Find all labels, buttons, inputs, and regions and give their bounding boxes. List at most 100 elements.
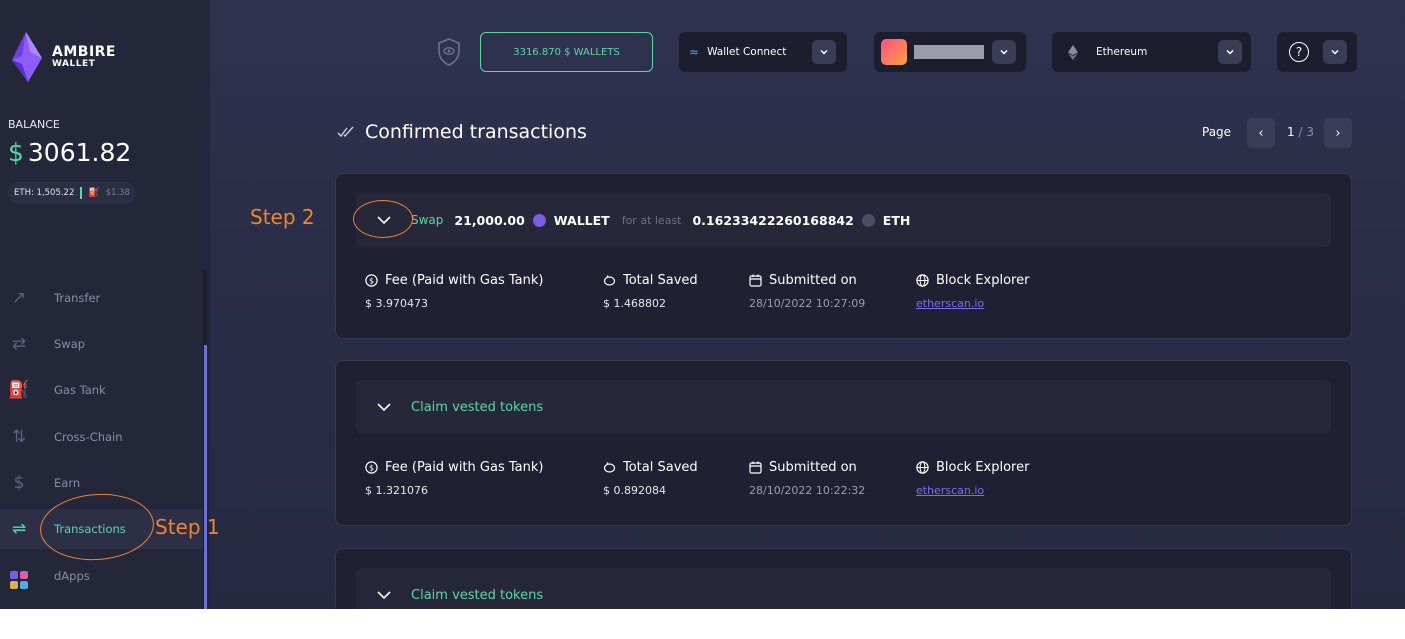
etherscan-link[interactable]: etherscan.io: [916, 484, 1029, 497]
piggy-bank-icon: [603, 462, 616, 473]
calendar-icon: [749, 461, 762, 474]
swap-token-out: ETH: [882, 212, 911, 228]
sidebar-item-swap[interactable]: ⇄ Swap: [0, 324, 203, 364]
fee-label: Fee (Paid with Gas Tank): [385, 273, 544, 288]
explorer-detail: Block Explorer etherscan.io: [916, 460, 1029, 497]
transaction-type: Claim vested tokens: [411, 399, 544, 415]
etherscan-link[interactable]: etherscan.io: [916, 297, 1029, 310]
transaction-summary[interactable]: Claim vested tokens: [356, 380, 1331, 434]
sidebar-item-cross-chain[interactable]: ⇅ Cross-Chain: [0, 417, 203, 457]
sidebar-item-label: Cross-Chain: [54, 430, 123, 444]
swap-token-in: WALLET: [553, 212, 610, 228]
network-label: Ethereum: [1096, 46, 1148, 58]
expand-toggle[interactable]: [376, 402, 396, 412]
divider: [80, 187, 83, 199]
gas-tank-balance: $1.38: [105, 188, 130, 198]
step-2-annotation: Step 2: [250, 205, 315, 229]
privacy-shield-icon[interactable]: [437, 38, 461, 66]
sidebar-item-gas-tank[interactable]: ⛽ Gas Tank: [0, 370, 203, 410]
chevron-down-icon: [1218, 40, 1242, 64]
brand-subname: WALLET: [52, 59, 96, 69]
submitted-label: Submitted on: [769, 460, 857, 475]
swap-amount-out: 0.16233422260168842: [692, 212, 854, 228]
total-saved-value: $ 0.892084: [603, 484, 666, 497]
network-selector[interactable]: Ethereum: [1052, 32, 1251, 72]
balance-breakdown[interactable]: ETH: 1,505.22 ⛽ $1.38: [8, 182, 136, 204]
wallet-connect-icon: ≈: [689, 45, 700, 59]
coin-icon: $: [365, 461, 378, 474]
swap-connector-text: for at least: [621, 213, 682, 227]
transaction-card: Swap 21,000.00 WALLET for at least 0.162…: [335, 173, 1352, 339]
next-page-button[interactable]: ›: [1324, 118, 1352, 148]
balance-amount: 3061.82: [27, 138, 132, 167]
brand-name: AMBIRE: [52, 44, 116, 60]
step-2-highlight-ring: [353, 200, 413, 238]
expand-toggle[interactable]: [376, 590, 396, 600]
chevron-down-icon: [377, 591, 391, 600]
total-saved-value: $ 1.468802: [603, 297, 666, 310]
coin-icon: $: [365, 274, 378, 287]
sidebar-scroll-thumb[interactable]: [204, 345, 207, 609]
chevron-down-icon: [812, 40, 836, 64]
submitted-detail: Submitted on 28/10/2022 10:27:09: [749, 273, 865, 310]
account-selector[interactable]: [874, 32, 1026, 72]
svg-text:$: $: [369, 463, 374, 472]
explorer-detail: Block Explorer etherscan.io: [916, 273, 1029, 310]
transaction-summary[interactable]: Claim vested tokens: [356, 568, 1331, 609]
ethereum-icon: [861, 213, 875, 227]
account-address-redacted: [914, 45, 984, 59]
previous-page-button[interactable]: ‹: [1247, 118, 1275, 148]
total-saved-detail: Total Saved $ 1.468802: [603, 273, 698, 310]
pagination-label: Page: [1202, 125, 1232, 139]
sidebar-item-label: Earn: [54, 476, 81, 490]
explorer-label: Block Explorer: [936, 460, 1030, 475]
step-1-annotation: Step 1: [155, 515, 220, 539]
wallet-connect-dropdown[interactable]: ≈ Wallet Connect: [679, 32, 847, 72]
transaction-card: Claim vested tokens: [335, 548, 1352, 609]
submitted-value: 28/10/2022 10:27:09: [749, 297, 866, 310]
fee-value: $ 3.970473: [365, 297, 428, 310]
page-title: Confirmed transactions: [365, 121, 587, 143]
wallet-token-icon: [532, 213, 546, 227]
balance-label: BALANCE: [8, 118, 60, 131]
ambire-logo[interactable]: AMBIRE WALLET: [8, 30, 116, 84]
submitted-label: Submitted on: [769, 273, 857, 288]
current-page: 1: [1287, 125, 1295, 139]
globe-icon: [916, 461, 929, 474]
explorer-label: Block Explorer: [936, 273, 1030, 288]
sidebar-item-dapps[interactable]: dApps: [0, 556, 203, 596]
cross-chain-icon: ⇅: [11, 427, 27, 447]
sidebar-item-label: Swap: [54, 337, 86, 351]
wallet-token-balance-button[interactable]: 3316.870 $ WALLETS: [480, 32, 653, 72]
earn-icon: $: [13, 473, 25, 493]
calendar-icon: [749, 274, 762, 287]
sidebar-item-label: dApps: [54, 569, 90, 583]
app-window: AMBIRE WALLET BALANCE $3061.82 ETH: 1,50…: [0, 0, 1405, 609]
wallet-connect-label: Wallet Connect: [707, 46, 787, 58]
submitted-detail: Submitted on 28/10/2022 10:22:32: [749, 460, 865, 497]
swap-icon: ⇄: [11, 334, 27, 354]
help-menu[interactable]: ?: [1277, 32, 1357, 72]
total-saved-detail: Total Saved $ 0.892084: [603, 460, 698, 497]
balance-currency: $: [8, 138, 24, 167]
transaction-card: Claim vested tokens $ Fee (Paid with Gas …: [335, 360, 1352, 526]
sidebar-item-transfer[interactable]: ↗ Transfer: [0, 278, 203, 318]
fee-detail: $ Fee (Paid with Gas Tank) $ 3.970473: [365, 273, 543, 310]
double-check-icon: [337, 126, 354, 138]
fee-label: Fee (Paid with Gas Tank): [385, 460, 544, 475]
ethereum-icon: [1068, 44, 1078, 60]
chevron-down-icon: [377, 403, 391, 412]
balance-value: $3061.82: [8, 138, 131, 167]
swap-amount-in: 21,000.00: [454, 212, 525, 228]
globe-icon: [916, 274, 929, 287]
eth-balance: ETH: 1,505.22: [14, 188, 75, 198]
transactions-icon: ⇌: [11, 519, 27, 539]
fee-detail: $ Fee (Paid with Gas Tank) $ 1.321076: [365, 460, 543, 497]
submitted-value: 28/10/2022 10:22:32: [749, 484, 866, 497]
transaction-type: Swap: [411, 213, 444, 227]
gas-tank-icon: ⛽: [88, 188, 100, 198]
dapps-icon: [0, 564, 38, 589]
total-pages: / 3: [1298, 125, 1314, 139]
sidebar-item-label: Transfer: [54, 291, 101, 305]
transaction-summary[interactable]: Swap 21,000.00 WALLET for at least 0.162…: [356, 193, 1331, 247]
